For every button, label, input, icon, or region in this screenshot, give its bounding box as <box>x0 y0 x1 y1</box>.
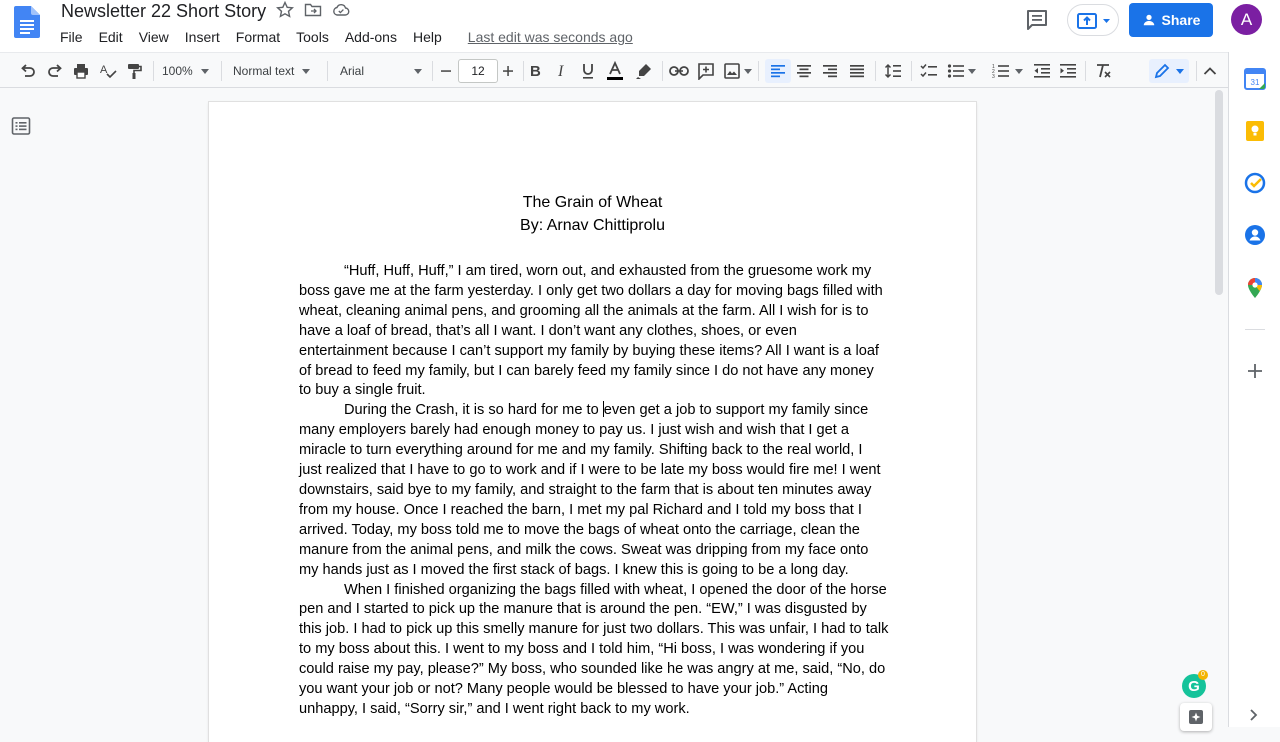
cloud-status-icon[interactable] <box>332 1 350 19</box>
font-family-select[interactable]: Arial <box>340 59 428 83</box>
editing-mode-button[interactable] <box>1149 59 1189 83</box>
bold-icon[interactable]: B <box>526 59 546 83</box>
maps-icon[interactable] <box>1244 277 1266 299</box>
account-avatar[interactable]: A <box>1231 4 1262 35</box>
undo-icon[interactable] <box>16 59 40 83</box>
present-icon <box>1077 13 1110 29</box>
story-title: The Grain of Wheat <box>522 194 663 211</box>
paragraph-style-value: Normal text <box>233 64 295 78</box>
line-spacing-icon[interactable] <box>881 59 905 83</box>
chevron-down-icon <box>1014 68 1023 74</box>
paragraph-3: When I finished organizing the bags fill… <box>299 581 889 717</box>
decrease-font-size-button[interactable] <box>436 59 456 83</box>
chevron-down-icon <box>967 68 976 74</box>
zoom-select[interactable]: 100% <box>162 59 214 83</box>
italic-icon[interactable]: I <box>552 59 572 83</box>
clear-formatting-icon[interactable] <box>1091 59 1115 83</box>
share-button[interactable]: Share <box>1129 3 1213 37</box>
align-right-icon[interactable] <box>818 59 842 83</box>
lock-people-icon <box>1143 14 1154 26</box>
menu-bar: File Edit View Insert Format Tools Add-o… <box>52 27 633 47</box>
menu-file[interactable]: File <box>52 27 91 47</box>
highlight-color-icon[interactable] <box>633 59 655 83</box>
menu-help[interactable]: Help <box>405 27 450 47</box>
story-author: By: Arnav Chittiprolu <box>520 217 665 234</box>
formatting-toolbar: A 100% Normal text Arial 12 B I 1 2 3 <box>0 52 1228 88</box>
chevron-down-icon <box>1176 68 1184 74</box>
grammarly-badge: 0 <box>1198 670 1208 680</box>
increase-font-size-button[interactable] <box>498 59 518 83</box>
chevron-down-icon <box>414 68 422 74</box>
decrease-indent-icon[interactable] <box>1030 59 1054 83</box>
expand-side-panel-chevron-right-icon[interactable] <box>1246 708 1260 722</box>
document-title[interactable]: Newsletter 22 Short Story <box>61 1 266 22</box>
redo-icon[interactable] <box>43 59 67 83</box>
document-body[interactable]: “Huff, Huff, Huff,” I am tired, worn out… <box>299 262 889 720</box>
menu-insert[interactable]: Insert <box>177 27 228 47</box>
tasks-icon[interactable] <box>1244 172 1266 194</box>
paragraph-2: During the Crash, it is so hard for me t… <box>299 401 889 580</box>
keep-icon[interactable] <box>1244 120 1266 142</box>
justify-icon[interactable] <box>845 59 869 83</box>
share-label: Share <box>1161 12 1201 28</box>
add-comment-icon[interactable] <box>695 59 717 83</box>
numbered-list-button[interactable]: 123 <box>988 59 1026 83</box>
menu-format[interactable]: Format <box>228 27 288 47</box>
title-bar: Newsletter 22 Short Story File Edit View… <box>0 0 1280 52</box>
insert-image-button[interactable] <box>721 59 753 83</box>
image-icon <box>723 63 740 79</box>
paint-format-icon[interactable] <box>122 59 146 83</box>
side-panel: 31 <box>1228 52 1280 727</box>
star-icon[interactable] <box>275 0 295 19</box>
paragraph-2-after-cursor: even get a job to support my family sinc… <box>299 402 881 578</box>
chevron-down-icon <box>743 68 752 74</box>
align-center-icon[interactable] <box>792 59 816 83</box>
get-add-ons-plus-icon[interactable] <box>1244 360 1266 382</box>
bulleted-list-icon <box>947 64 964 78</box>
numbered-list-icon: 123 <box>992 64 1009 79</box>
explore-sparkle-icon <box>1189 710 1203 724</box>
paragraph-2-before-cursor: During the Crash, it is so hard for me t… <box>344 402 603 419</box>
align-left-icon[interactable] <box>765 59 791 83</box>
calendar-day: 31 <box>1251 78 1260 87</box>
present-button[interactable] <box>1067 4 1119 36</box>
last-edit-link[interactable]: Last edit was seconds ago <box>468 27 633 47</box>
svg-text:I: I <box>557 63 564 79</box>
font-size-input[interactable]: 12 <box>458 59 498 83</box>
paragraph-style-select[interactable]: Normal text <box>233 59 321 83</box>
increase-indent-icon[interactable] <box>1056 59 1080 83</box>
print-icon[interactable] <box>69 59 93 83</box>
side-panel-divider <box>1245 329 1265 330</box>
menu-add-ons[interactable]: Add-ons <box>337 27 405 47</box>
docs-logo-icon[interactable] <box>14 6 40 38</box>
checklist-icon[interactable] <box>917 59 941 83</box>
svg-text:B: B <box>530 63 541 79</box>
font-family-value: Arial <box>340 64 365 78</box>
spellcheck-icon[interactable]: A <box>96 59 120 83</box>
pencil-icon <box>1154 63 1170 79</box>
bulleted-list-button[interactable] <box>944 59 978 83</box>
menu-tools[interactable]: Tools <box>288 27 337 47</box>
chevron-down-icon <box>200 68 209 74</box>
svg-text:3: 3 <box>992 74 995 79</box>
document-outline-icon[interactable] <box>11 116 31 136</box>
move-to-folder-icon[interactable] <box>304 1 322 19</box>
contacts-icon[interactable] <box>1244 224 1266 246</box>
comment-history-icon[interactable] <box>1024 8 1050 32</box>
insert-link-icon[interactable] <box>668 59 690 83</box>
paragraph-1: “Huff, Huff, Huff,” I am tired, worn out… <box>299 263 883 399</box>
underline-icon[interactable] <box>578 59 598 83</box>
vertical-scrollbar[interactable] <box>1215 90 1223 295</box>
calendar-icon[interactable]: 31 <box>1244 68 1266 90</box>
hide-menus-chevron-up-icon[interactable] <box>1200 59 1220 83</box>
menu-view[interactable]: View <box>131 27 177 47</box>
chevron-down-icon <box>302 68 311 74</box>
document-page[interactable]: The Grain of Wheat By: Arnav Chittiprolu… <box>209 102 976 742</box>
text-color-icon[interactable] <box>604 59 626 83</box>
menu-edit[interactable]: Edit <box>91 27 131 47</box>
zoom-value: 100% <box>162 64 193 78</box>
